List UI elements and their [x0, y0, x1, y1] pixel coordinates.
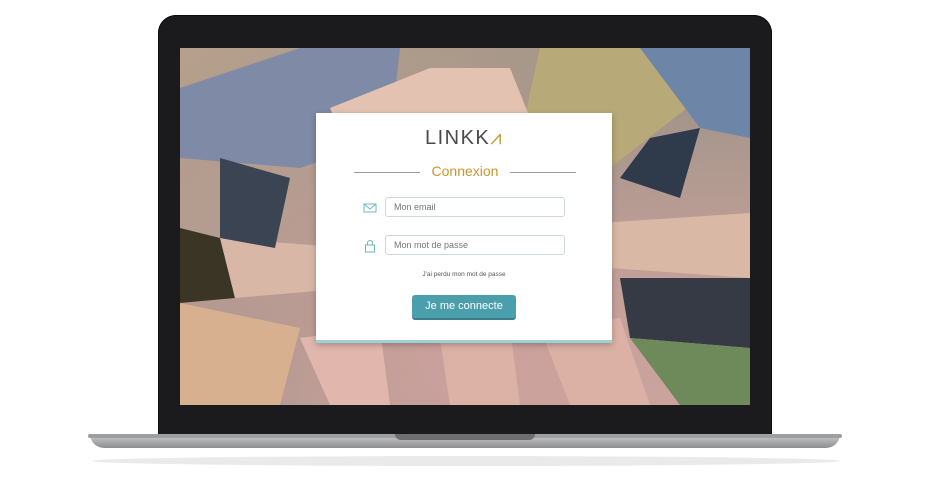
logo-text: LINKK — [424, 127, 491, 149]
password-field[interactable] — [385, 235, 565, 255]
email-field[interactable] — [385, 197, 565, 217]
login-title: Connexion — [431, 163, 499, 179]
forgot-password-link[interactable]: J'ai perdu mon mot de passe — [316, 271, 612, 278]
logo-mark-icon: ⩘ — [490, 127, 504, 149]
linkky-logo: LINKK⩘ — [316, 127, 612, 150]
lock-icon — [363, 239, 377, 253]
login-card: LINKK⩘ Connexion J'ai perdu mon mot de p… — [316, 113, 612, 343]
login-title-row: Connexion — [354, 163, 576, 183]
email-row — [363, 197, 569, 219]
envelope-icon — [363, 201, 377, 215]
password-row — [363, 235, 569, 257]
login-button[interactable]: Je me connecte — [412, 295, 516, 320]
laptop-notch — [395, 434, 535, 440]
laptop-shadow — [92, 456, 840, 466]
